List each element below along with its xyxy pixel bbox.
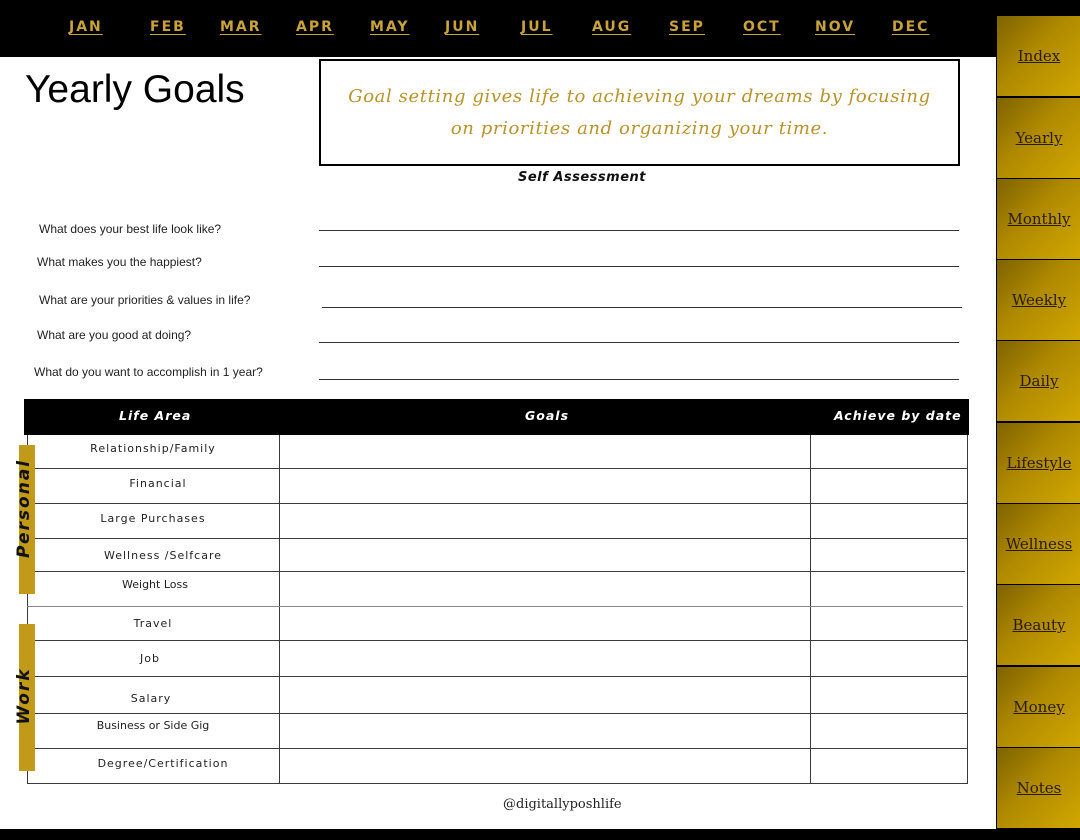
tab-weekly[interactable]: Weekly — [997, 260, 1080, 340]
row-divider — [35, 713, 968, 714]
page-title: Yearly Goals — [25, 68, 245, 111]
tab-label: Monthly — [1007, 210, 1071, 228]
date-cell-financial[interactable] — [812, 470, 966, 502]
bottom-bar — [0, 829, 1080, 840]
goal-cell-large-purchases[interactable] — [281, 505, 809, 537]
tab-label: Weekly — [1011, 291, 1067, 309]
date-cell-weight-loss[interactable] — [812, 573, 966, 605]
life-area-job: Job — [140, 652, 160, 665]
goal-cell-wellness-selfcare[interactable] — [281, 540, 809, 570]
answer-line-good-at[interactable] — [319, 332, 959, 343]
month-link-nov[interactable]: NOV — [815, 19, 855, 35]
goals-table-header: Life Area Goals Achieve by date — [24, 399, 969, 435]
row-divider — [35, 503, 968, 504]
tab-money[interactable]: Money — [997, 667, 1080, 747]
quote-box: Goal setting gives life to achieving you… — [319, 59, 960, 166]
goal-cell-travel[interactable] — [281, 608, 809, 639]
month-link-dec[interactable]: DEC — [892, 19, 929, 35]
date-cell-business-side-gig[interactable] — [812, 715, 966, 747]
tab-label: Beauty — [1012, 616, 1066, 634]
month-link-jul[interactable]: JUL — [521, 19, 553, 35]
group-divider — [27, 606, 963, 607]
answer-line-accomplish[interactable] — [319, 369, 959, 380]
life-area-relationship-family: Relationship/Family — [90, 442, 216, 455]
tab-daily[interactable]: Daily — [997, 341, 1080, 421]
question-label: What makes you the happiest? — [37, 255, 202, 269]
answer-line-happiest[interactable] — [319, 256, 959, 267]
month-link-jan[interactable]: JAN — [69, 19, 103, 35]
goal-cell-job[interactable] — [281, 642, 809, 675]
month-nav-bar: JAN FEB MAR APR MAY JUN JUL AUG SEP OCT … — [0, 0, 1080, 57]
tab-notes[interactable]: Notes — [997, 748, 1080, 828]
tab-label: Wellness — [1005, 535, 1073, 553]
life-area-salary: Salary — [130, 692, 172, 705]
date-cell-job[interactable] — [812, 642, 966, 675]
month-link-feb[interactable]: FEB — [150, 19, 186, 35]
answer-line-priorities[interactable] — [322, 297, 962, 308]
row-divider — [35, 538, 968, 539]
goal-cell-business-side-gig[interactable] — [281, 715, 809, 747]
month-link-aug[interactable]: AUG — [592, 19, 631, 35]
row-divider — [35, 676, 968, 677]
question-label: What are you good at doing? — [37, 328, 192, 342]
month-link-jun[interactable]: JUN — [445, 19, 479, 35]
life-area-wellness-selfcare: Wellness /Selfcare — [103, 549, 223, 562]
tab-label: Lifestyle — [1006, 454, 1072, 472]
column-divider — [810, 435, 811, 784]
month-link-mar[interactable]: MAR — [220, 19, 262, 35]
month-link-oct[interactable]: OCT — [743, 19, 781, 35]
date-cell-degree-certification[interactable] — [812, 750, 966, 782]
tab-index[interactable]: Index — [997, 16, 1080, 96]
question-label: What do you want to accomplish in 1 year… — [34, 365, 263, 379]
goal-cell-salary[interactable] — [281, 678, 809, 712]
footer-handle: @digitallyposhlife — [503, 797, 622, 812]
header-goals: Goals — [525, 408, 570, 423]
header-achieve-by: Achieve by date — [834, 408, 962, 423]
life-area-degree-certification: Degree/Certification — [97, 757, 229, 770]
row-divider — [35, 748, 968, 749]
self-assessment-heading: Self Assessment — [518, 170, 646, 185]
month-link-sep[interactable]: SEP — [669, 19, 705, 35]
life-area-travel: Travel — [133, 617, 173, 630]
table-border-right — [967, 435, 968, 784]
tab-yearly[interactable]: Yearly — [997, 98, 1080, 178]
tab-label: Daily — [1019, 372, 1059, 390]
date-cell-large-purchases[interactable] — [812, 505, 966, 537]
tab-label: Yearly — [1015, 129, 1063, 147]
row-divider — [35, 468, 968, 469]
table-border-bottom — [27, 783, 968, 784]
tab-beauty[interactable]: Beauty — [997, 585, 1080, 665]
date-cell-salary[interactable] — [812, 678, 966, 712]
life-area-business-side-gig: Business or Side Gig — [96, 719, 210, 732]
month-link-may[interactable]: MAY — [370, 19, 410, 35]
goal-cell-weight-loss[interactable] — [281, 573, 809, 605]
goal-cell-degree-certification[interactable] — [281, 750, 809, 782]
life-area-financial: Financial — [129, 477, 187, 490]
quote-text: Goal setting gives life to achieving you… — [348, 85, 931, 139]
date-cell-relationship-family[interactable] — [812, 436, 966, 468]
question-label: What are your priorities & values in lif… — [39, 293, 251, 307]
tab-label: Money — [1013, 698, 1065, 716]
answer-line-best-life[interactable] — [319, 220, 959, 231]
tab-label: Notes — [1016, 779, 1062, 797]
date-cell-wellness-selfcare[interactable] — [812, 540, 966, 570]
row-divider — [35, 640, 968, 641]
header-life-area: Life Area — [119, 408, 192, 423]
life-area-weight-loss: Weight Loss — [122, 578, 188, 591]
tab-wellness[interactable]: Wellness — [997, 504, 1080, 584]
tab-lifestyle[interactable]: Lifestyle — [997, 423, 1080, 503]
section-sidebar: Index Yearly Monthly Weekly Daily Lifest… — [996, 16, 1080, 829]
row-divider — [35, 571, 965, 572]
goal-cell-relationship-family[interactable] — [281, 436, 809, 468]
tab-monthly[interactable]: Monthly — [997, 179, 1080, 259]
month-link-apr[interactable]: APR — [296, 19, 334, 35]
date-cell-travel[interactable] — [812, 608, 966, 639]
life-area-large-purchases: Large Purchases — [100, 512, 206, 525]
goal-cell-financial[interactable] — [281, 470, 809, 502]
tab-label: Index — [1017, 47, 1061, 65]
question-label: What does your best life look like? — [39, 222, 222, 236]
